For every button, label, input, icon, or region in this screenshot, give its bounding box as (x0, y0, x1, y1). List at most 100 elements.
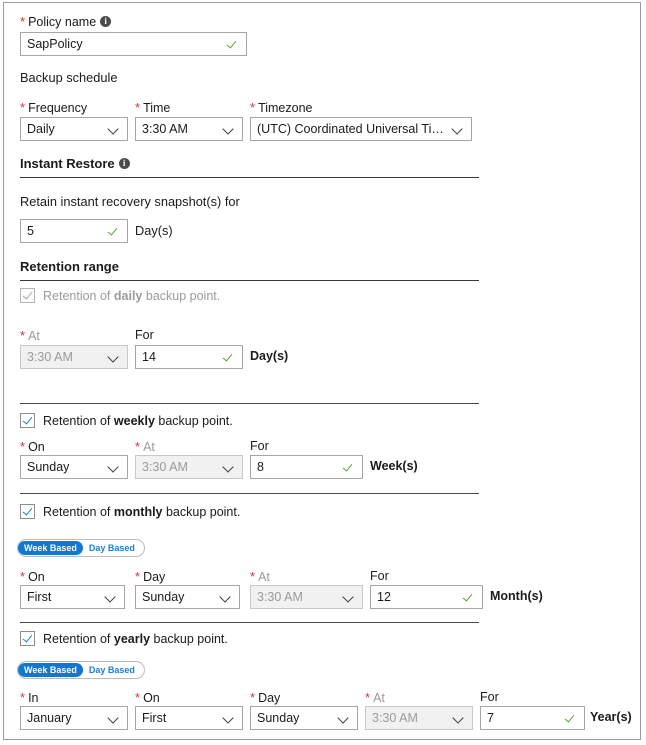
instant-restore-days-unit: Day(s) (135, 223, 173, 238)
policy-name-label-text: Policy name (28, 15, 97, 29)
monthly-at-label: * At (250, 569, 270, 585)
monthly-on-value: First (27, 590, 52, 604)
time-value: 3:30 AM (142, 122, 188, 136)
yearly-on-label: * On (135, 690, 160, 706)
monthly-yearly-divider (20, 622, 479, 623)
yearly-day-label-text: Day (258, 691, 281, 705)
chevron-down-icon (108, 712, 121, 725)
yearly-in-value: January (27, 711, 72, 725)
info-icon[interactable] (118, 157, 130, 169)
yearly-toggle-day-based[interactable]: Day Based (83, 663, 141, 677)
daily-for-input[interactable]: 14 (135, 345, 243, 369)
valid-check-icon (108, 225, 121, 238)
policy-form-content: *Policy name SapPolicy Backup schedule *… (4, 3, 640, 739)
weekly-on-label-text: On (28, 440, 45, 454)
monthly-label-suffix: backup point. (162, 504, 241, 519)
daily-at-value: 3:30 AM (27, 350, 73, 364)
yearly-at-label: * At (365, 690, 385, 706)
monthly-on-select[interactable]: First (20, 585, 125, 609)
yearly-at-select: 3:30 AM (365, 706, 473, 730)
monthly-label-strong: monthly (113, 504, 163, 519)
daily-label-prefix: Retention of (43, 288, 114, 303)
monthly-toggle-day-based[interactable]: Day Based (83, 541, 141, 555)
instant-restore-title-text: Instant Restore (20, 156, 115, 171)
valid-check-icon (565, 712, 578, 725)
chevron-down-icon (223, 123, 236, 136)
chevron-down-icon (108, 461, 121, 474)
monthly-toggle-week-based[interactable]: Week Based (18, 541, 83, 555)
weekly-at-label: * At (135, 439, 155, 455)
weekly-monthly-divider (20, 493, 479, 494)
yearly-label-strong: yearly (113, 631, 151, 646)
yearly-retention-checkbox-row[interactable]: Retention of yearly backup point. (20, 631, 228, 646)
yearly-day-select[interactable]: Sunday (250, 706, 358, 730)
monthly-for-value: 12 (377, 590, 391, 604)
yearly-retention-label: Retention of yearly backup point. (43, 632, 228, 646)
daily-at-select: 3:30 AM (20, 345, 128, 369)
daily-label-strong: daily (113, 288, 143, 303)
monthly-retention-checkbox (20, 504, 35, 519)
monthly-on-label-text: On (28, 570, 45, 584)
yearly-label-suffix: backup point. (150, 631, 228, 646)
required-asterisk: * (20, 14, 26, 29)
daily-at-label-text: At (28, 329, 40, 343)
weekly-retention-checkbox (20, 413, 35, 428)
weekly-label-suffix: backup point. (154, 413, 233, 428)
backup-schedule-title: Backup schedule (20, 70, 118, 85)
instant-restore-divider (20, 177, 479, 178)
yearly-toggle-week-based[interactable]: Week Based (18, 663, 83, 677)
instant-restore-days-input[interactable]: 5 (20, 219, 128, 243)
info-icon[interactable] (100, 15, 112, 27)
frequency-select[interactable]: Daily (20, 117, 128, 141)
weekly-on-value: Sunday (27, 460, 70, 474)
policy-name-input[interactable]: SapPolicy (20, 32, 247, 56)
yearly-in-label: * In (20, 690, 39, 706)
yearly-day-label: * Day (250, 690, 280, 706)
monthly-day-select[interactable]: Sunday (135, 585, 240, 609)
required-asterisk: * (135, 690, 141, 705)
required-asterisk: * (135, 439, 141, 454)
required-asterisk: * (20, 100, 26, 115)
time-select[interactable]: 3:30 AM (135, 117, 243, 141)
monthly-retention-checkbox-row[interactable]: Retention of monthly backup point. (20, 504, 240, 519)
weekly-retention-label: Retention of weekly backup point. (43, 414, 233, 428)
yearly-at-label-text: At (373, 691, 385, 705)
monthly-day-value: Sunday (142, 590, 185, 604)
required-asterisk: * (20, 690, 26, 705)
daily-retention-checkbox (20, 288, 35, 303)
policy-name-value: SapPolicy (27, 37, 83, 51)
monthly-for-label: For (370, 569, 389, 583)
monthly-label-prefix: Retention of (43, 504, 114, 519)
weekly-label-prefix: Retention of (43, 413, 114, 428)
chevron-down-icon (223, 712, 236, 725)
daily-for-label: For (135, 328, 154, 342)
yearly-day-value: Sunday (257, 711, 300, 725)
chevron-down-icon (105, 591, 118, 604)
valid-check-icon (463, 591, 476, 604)
monthly-on-label: * On (20, 569, 45, 585)
weekly-for-unit: Week(s) (370, 459, 418, 473)
required-asterisk: * (135, 100, 141, 115)
policy-form-panel: *Policy name SapPolicy Backup schedule *… (3, 2, 641, 740)
retention-range-title: Retention range (20, 259, 119, 274)
yearly-in-select[interactable]: January (20, 706, 128, 730)
timezone-select[interactable]: (UTC) Coordinated Universal Time (250, 117, 472, 141)
weekly-at-label-text: At (143, 440, 155, 454)
weekly-for-input[interactable]: 8 (250, 455, 363, 479)
time-label-text: Time (143, 101, 171, 115)
chevron-down-icon (108, 123, 121, 136)
weekly-retention-checkbox-row[interactable]: Retention of weekly backup point. (20, 413, 233, 428)
yearly-basis-toggle[interactable]: Week Based Day Based (17, 661, 145, 679)
policy-name-label: * Policy name (20, 14, 112, 30)
yearly-for-input[interactable]: 7 (480, 706, 585, 730)
yearly-on-select[interactable]: First (135, 706, 243, 730)
required-asterisk: * (250, 100, 256, 115)
monthly-day-label: * Day (135, 569, 165, 585)
monthly-for-input[interactable]: 12 (370, 585, 483, 609)
weekly-for-value: 8 (257, 460, 264, 474)
daily-retention-checkbox-row[interactable]: Retention of daily backup point. (20, 288, 220, 303)
weekly-on-select[interactable]: Sunday (20, 455, 128, 479)
valid-check-icon (223, 351, 236, 364)
monthly-basis-toggle[interactable]: Week Based Day Based (17, 539, 145, 557)
required-asterisk: * (20, 439, 26, 454)
